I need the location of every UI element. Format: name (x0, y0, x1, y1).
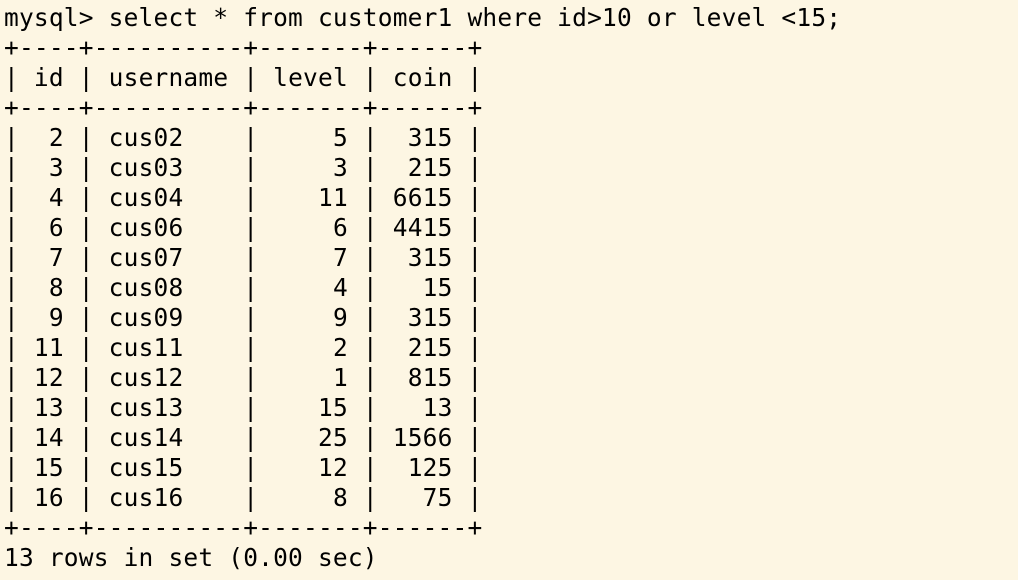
column-header-coin: coin (392, 63, 453, 92)
table-row-cell: 3 (273, 153, 348, 182)
table-row: | 9 | cus09 | 9 | 315 | (4, 303, 483, 332)
table-row-cell: cus02 (108, 123, 229, 152)
table-row: | 14 | cus14 | 25 | 1566 | (4, 423, 483, 452)
table-row-cell: cus04 (108, 183, 229, 212)
table-row-cell: 315 (392, 243, 453, 272)
table-border-top: +----+----------+-------+------+ (4, 33, 483, 62)
table-row: | 13 | cus13 | 15 | 13 | (4, 393, 483, 422)
table-row-cell: 13 (33, 393, 64, 422)
table-row-cell: 4 (33, 183, 64, 212)
table-row-cell: cus09 (108, 303, 229, 332)
table-row-cell: cus13 (108, 393, 229, 422)
table-row: | 4 | cus04 | 11 | 6615 | (4, 183, 483, 212)
mysql-prompt: mysql> (4, 3, 94, 32)
table-row-cell: 6 (33, 213, 64, 242)
table-row: | 7 | cus07 | 7 | 315 | (4, 243, 483, 272)
table-row-cell: 75 (392, 483, 453, 512)
table-row: | 12 | cus12 | 1 | 815 | (4, 363, 483, 392)
table-row: | 16 | cus16 | 8 | 75 | (4, 483, 483, 512)
table-row: | 6 | cus06 | 6 | 4415 | (4, 213, 483, 242)
column-header-level: level (273, 63, 348, 92)
table-row-cell: 15 (392, 273, 453, 302)
table-row-cell: 6 (273, 213, 348, 242)
table-row-cell: 6615 (392, 183, 453, 212)
table-row-cell: 9 (33, 303, 64, 332)
result-rows: | 2 | cus02 | 5 | 315 | | 3 | cus03 | 3 |… (4, 123, 1018, 513)
table-border-bottom: +----+----------+-------+------+ (4, 513, 483, 542)
table-row-cell: 2 (33, 123, 64, 152)
table-row-cell: 25 (273, 423, 348, 452)
table-row-cell: 15 (33, 453, 64, 482)
table-row: | 15 | cus15 | 12 | 125 | (4, 453, 483, 482)
table-row-cell: 12 (33, 363, 64, 392)
table-row-cell: cus03 (108, 153, 229, 182)
table-row-cell: 12 (273, 453, 348, 482)
table-row-cell: 315 (392, 123, 453, 152)
column-header-id: id (33, 63, 64, 92)
table-row: | 3 | cus03 | 3 | 215 | (4, 153, 483, 182)
table-row-cell: 1566 (392, 423, 453, 452)
table-row-cell: 7 (273, 243, 348, 272)
table-border-mid: +----+----------+-------+------+ (4, 93, 483, 122)
table-row-cell: 11 (273, 183, 348, 212)
result-summary: 13 rows in set (0.00 sec) (4, 543, 378, 572)
table-row: | 8 | cus08 | 4 | 15 | (4, 273, 483, 302)
table-row-cell: cus16 (108, 483, 229, 512)
table-row-cell: 2 (273, 333, 348, 362)
table-row-cell: 315 (392, 303, 453, 332)
table-row-cell: 16 (33, 483, 64, 512)
table-row-cell: 125 (392, 453, 453, 482)
table-row-cell: 13 (392, 393, 453, 422)
table-row-cell: cus06 (108, 213, 229, 242)
sql-query: select * from customer1 where id>10 or l… (108, 3, 842, 32)
table-row: | 2 | cus02 | 5 | 315 | (4, 123, 483, 152)
table-row-cell: cus08 (108, 273, 229, 302)
command-line: mysql> select * from customer1 where id>… (4, 3, 1018, 33)
table-row-cell: cus14 (108, 423, 229, 452)
table-row: | 11 | cus11 | 2 | 215 | (4, 333, 483, 362)
table-row-cell: 9 (273, 303, 348, 332)
table-row-cell: 15 (273, 393, 348, 422)
table-row-cell: 1 (273, 363, 348, 392)
table-row-cell: 11 (33, 333, 64, 362)
table-row-cell: 3 (33, 153, 64, 182)
table-header-row: | id | username | level | coin | (4, 63, 483, 92)
table-row-cell: 215 (392, 153, 453, 182)
table-row-cell: cus07 (108, 243, 229, 272)
table-row-cell: 7 (33, 243, 64, 272)
column-header-username: username (108, 63, 229, 92)
table-row-cell: cus15 (108, 453, 229, 482)
table-row-cell: 815 (392, 363, 453, 392)
table-row-cell: 8 (273, 483, 348, 512)
table-row-cell: 215 (392, 333, 453, 362)
table-row-cell: 4415 (392, 213, 453, 242)
table-row-cell: 4 (273, 273, 348, 302)
table-row-cell: cus12 (108, 363, 229, 392)
table-row-cell: 14 (33, 423, 64, 452)
terminal-window[interactable]: mysql> select * from customer1 where id>… (4, 3, 1018, 573)
table-row-cell: 5 (273, 123, 348, 152)
table-row-cell: cus11 (108, 333, 229, 362)
table-row-cell: 8 (33, 273, 64, 302)
